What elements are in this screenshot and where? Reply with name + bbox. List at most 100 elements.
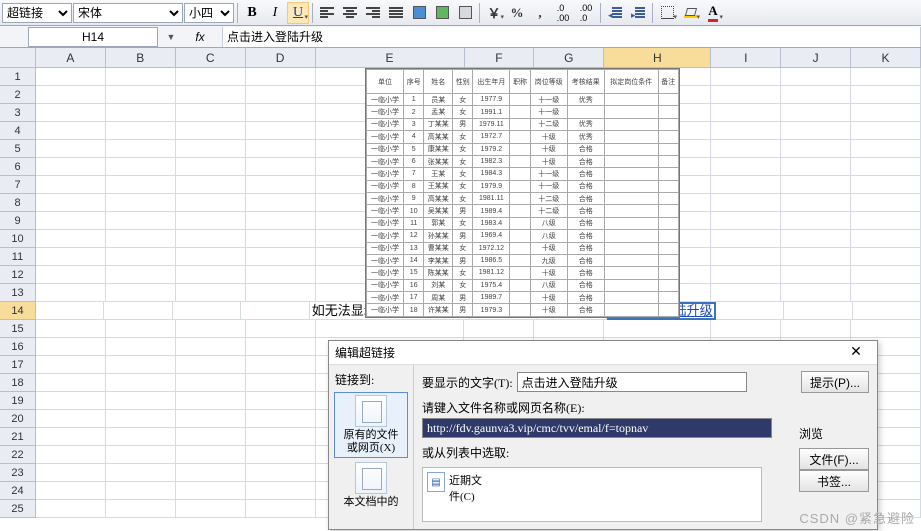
cell-J6[interactable]	[781, 158, 851, 176]
cell-A10[interactable]	[36, 230, 106, 248]
cell-A5[interactable]	[36, 140, 106, 158]
cell-B1[interactable]	[106, 68, 176, 86]
cell-B22[interactable]	[106, 446, 176, 464]
cell-I13[interactable]	[711, 284, 781, 302]
cell-D9[interactable]	[246, 212, 316, 230]
cell-A13[interactable]	[36, 284, 106, 302]
cell-B12[interactable]	[106, 266, 176, 284]
cell-C22[interactable]	[176, 446, 246, 464]
cell-C5[interactable]	[176, 140, 246, 158]
screen-tip-button[interactable]: 提示(P)...	[801, 371, 869, 393]
cell-D22[interactable]	[246, 446, 316, 464]
row-header-1[interactable]: 1	[0, 68, 35, 86]
cell-A12[interactable]	[36, 266, 106, 284]
cell-G15[interactable]	[534, 320, 604, 338]
cell-K3[interactable]	[851, 104, 921, 122]
cell-I1[interactable]	[711, 68, 781, 86]
merge-cells-button[interactable]	[408, 2, 430, 24]
decrease-indent-button[interactable]: ◂	[604, 2, 626, 24]
cell-J7[interactable]	[781, 176, 851, 194]
cell-A20[interactable]	[36, 410, 106, 428]
borders-button[interactable]: ▾	[656, 2, 678, 24]
row-header-20[interactable]: 20	[0, 410, 35, 428]
cell-D16[interactable]	[246, 338, 316, 356]
align-left-button[interactable]	[316, 2, 338, 24]
row-header-10[interactable]: 10	[0, 230, 35, 248]
cell-B14[interactable]	[104, 302, 172, 320]
cell-B4[interactable]	[106, 122, 176, 140]
name-box-dropdown[interactable]: ▼	[164, 32, 178, 42]
dialog-close-button[interactable]: ✕	[841, 344, 871, 361]
select-all-corner[interactable]	[0, 48, 36, 68]
font-size-select[interactable]: 小四	[184, 3, 234, 23]
recent-files-list[interactable]: ▤ 近期文 件(C)	[422, 467, 762, 522]
cell-D5[interactable]	[246, 140, 316, 158]
row-header-16[interactable]: 16	[0, 338, 35, 356]
cell-A7[interactable]	[36, 176, 106, 194]
fx-button[interactable]: fx	[178, 30, 222, 44]
row-header-19[interactable]: 19	[0, 392, 35, 410]
cell-B17[interactable]	[106, 356, 176, 374]
font-select[interactable]: 宋体	[73, 3, 183, 23]
column-header-I[interactable]: I	[711, 48, 781, 67]
align-right-button[interactable]	[362, 2, 384, 24]
cell-C7[interactable]	[176, 176, 246, 194]
cell-K14[interactable]	[853, 302, 921, 320]
cell-A4[interactable]	[36, 122, 106, 140]
cell-C24[interactable]	[176, 482, 246, 500]
cell-J8[interactable]	[781, 194, 851, 212]
cell-A22[interactable]	[36, 446, 106, 464]
cell-A23[interactable]	[36, 464, 106, 482]
cell-K2[interactable]	[851, 86, 921, 104]
cell-D12[interactable]	[246, 266, 316, 284]
cell-D1[interactable]	[246, 68, 316, 86]
column-header-G[interactable]: G	[534, 48, 604, 67]
bookmark-button[interactable]: 书签...	[799, 470, 869, 492]
cell-D4[interactable]	[246, 122, 316, 140]
cell-A24[interactable]	[36, 482, 106, 500]
cell-D21[interactable]	[246, 428, 316, 446]
row-header-13[interactable]: 13	[0, 284, 35, 302]
underline-button[interactable]: U▾	[287, 2, 309, 24]
cell-I2[interactable]	[711, 86, 781, 104]
cell-J13[interactable]	[781, 284, 851, 302]
cell-B15[interactable]	[106, 320, 176, 338]
cell-C3[interactable]	[176, 104, 246, 122]
cell-I8[interactable]	[711, 194, 781, 212]
link-to-place-in-doc[interactable]: 本文档中的	[334, 460, 408, 511]
cell-D11[interactable]	[246, 248, 316, 266]
row-header-22[interactable]: 22	[0, 446, 35, 464]
cell-K9[interactable]	[851, 212, 921, 230]
cell-A19[interactable]	[36, 392, 106, 410]
cell-D14[interactable]	[241, 302, 309, 320]
cell-C6[interactable]	[176, 158, 246, 176]
comma-button[interactable]: ,	[529, 2, 551, 24]
bold-button[interactable]: B	[241, 2, 263, 24]
cell-B8[interactable]	[106, 194, 176, 212]
row-header-8[interactable]: 8	[0, 194, 35, 212]
cell-C25[interactable]	[176, 500, 246, 518]
cell-B18[interactable]	[106, 374, 176, 392]
cell-D8[interactable]	[246, 194, 316, 212]
row-header-25[interactable]: 25	[0, 500, 35, 518]
cell-A3[interactable]	[36, 104, 106, 122]
cell-I15[interactable]	[711, 320, 781, 338]
align-center-button[interactable]	[339, 2, 361, 24]
cell-B21[interactable]	[106, 428, 176, 446]
cell-K4[interactable]	[851, 122, 921, 140]
cell-B19[interactable]	[106, 392, 176, 410]
row-header-23[interactable]: 23	[0, 464, 35, 482]
cell-A25[interactable]	[36, 500, 106, 518]
align-justify-button[interactable]	[385, 2, 407, 24]
cell-B3[interactable]	[106, 104, 176, 122]
cell-I3[interactable]	[711, 104, 781, 122]
cell-J12[interactable]	[781, 266, 851, 284]
cell-D25[interactable]	[246, 500, 316, 518]
cell-B11[interactable]	[106, 248, 176, 266]
cell-J14[interactable]	[784, 302, 852, 320]
column-header-B[interactable]: B	[106, 48, 176, 67]
cell-A6[interactable]	[36, 158, 106, 176]
row-header-17[interactable]: 17	[0, 356, 35, 374]
column-header-F[interactable]: F	[465, 48, 535, 67]
row-header-11[interactable]: 11	[0, 248, 35, 266]
